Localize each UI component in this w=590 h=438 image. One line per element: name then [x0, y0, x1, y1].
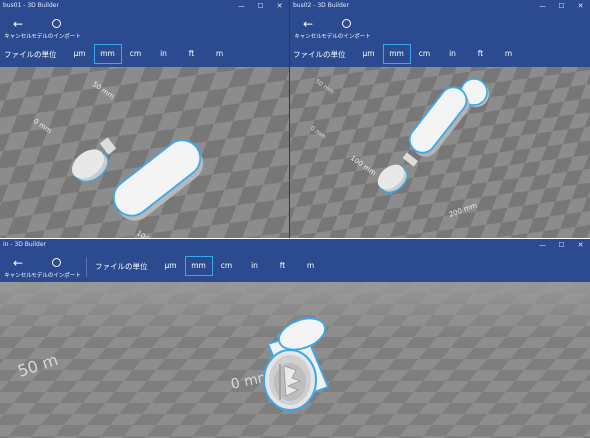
unit-m[interactable]: m [495, 44, 523, 64]
unit-m[interactable]: m [297, 256, 325, 276]
close-button[interactable]: ✕ [571, 239, 590, 251]
import-model-button[interactable]: モデルのインポート [31, 17, 81, 40]
file-units-label: ファイルの単位 [293, 49, 346, 59]
floor-grid [290, 67, 590, 238]
unit-ft[interactable]: ft [467, 44, 495, 64]
cancel-button[interactable]: ← キャンセル [3, 17, 33, 40]
unit-cm[interactable]: cm [411, 44, 439, 64]
toolbar-divider [86, 257, 87, 277]
window-title: in - 3D Builder [3, 241, 47, 248]
cancel-button[interactable]: ← キャンセル [3, 256, 33, 279]
window-bus01: bus01 - 3D Builder — ☐ ✕ ← キャンセル モデルのインポ… [0, 0, 289, 238]
maximize-button[interactable]: ☐ [552, 239, 571, 251]
viewport-3d[interactable]: 50 mm 0 mm 100 mm 200 mm [290, 67, 590, 238]
unit-in[interactable]: in [150, 44, 178, 64]
minimize-button[interactable]: — [533, 239, 552, 251]
circle-icon [51, 17, 61, 31]
unit-mm[interactable]: mm [93, 44, 122, 64]
titlebar: bus01 - 3D Builder — ☐ ✕ [0, 0, 289, 12]
minimize-button[interactable]: — [232, 0, 251, 12]
file-units-label: ファイルの単位 [95, 261, 148, 271]
window-bus02: bus02 - 3D Builder — ☐ ✕ ← キャンセル モデルのインポ… [290, 0, 590, 238]
close-button[interactable]: ✕ [270, 0, 289, 12]
maximize-button[interactable]: ☐ [251, 0, 270, 12]
viewport-3d[interactable]: 50 m 0 mm [0, 282, 590, 438]
window-title: bus01 - 3D Builder [3, 2, 59, 9]
unit-ft[interactable]: ft [178, 44, 206, 64]
import-model-button[interactable]: モデルのインポート [31, 256, 81, 279]
window-title: bus02 - 3D Builder [293, 2, 349, 9]
close-button[interactable]: ✕ [571, 0, 590, 12]
unit-um[interactable]: µm [355, 44, 383, 64]
back-arrow-icon: ← [12, 17, 24, 31]
circle-icon [341, 17, 351, 31]
maximize-button[interactable]: ☐ [552, 0, 571, 12]
unit-mm[interactable]: mm [184, 256, 213, 276]
unit-cm[interactable]: cm [213, 256, 241, 276]
window-in: in - 3D Builder — ☐ ✕ ← キャンセル モデルのインポート … [0, 239, 590, 438]
minimize-button[interactable]: — [533, 0, 552, 12]
titlebar: bus02 - 3D Builder — ☐ ✕ [290, 0, 590, 12]
titlebar: in - 3D Builder — ☐ ✕ [0, 239, 590, 251]
unit-m[interactable]: m [206, 44, 234, 64]
back-arrow-icon: ← [12, 256, 24, 270]
window-divider [289, 0, 290, 238]
cancel-button[interactable]: ← キャンセル [293, 17, 323, 40]
unit-in[interactable]: in [241, 256, 269, 276]
import-model-button[interactable]: モデルのインポート [321, 17, 371, 40]
unit-um[interactable]: µm [157, 256, 185, 276]
unit-cm[interactable]: cm [122, 44, 150, 64]
unit-um[interactable]: µm [66, 44, 94, 64]
back-arrow-icon: ← [302, 17, 314, 31]
viewport-3d[interactable]: 50 mm 0 mm 100 [0, 67, 289, 238]
circle-icon [51, 256, 61, 270]
file-units-label: ファイルの単位 [4, 49, 57, 59]
unit-in[interactable]: in [439, 44, 467, 64]
unit-mm[interactable]: mm [382, 44, 411, 64]
unit-ft[interactable]: ft [269, 256, 297, 276]
